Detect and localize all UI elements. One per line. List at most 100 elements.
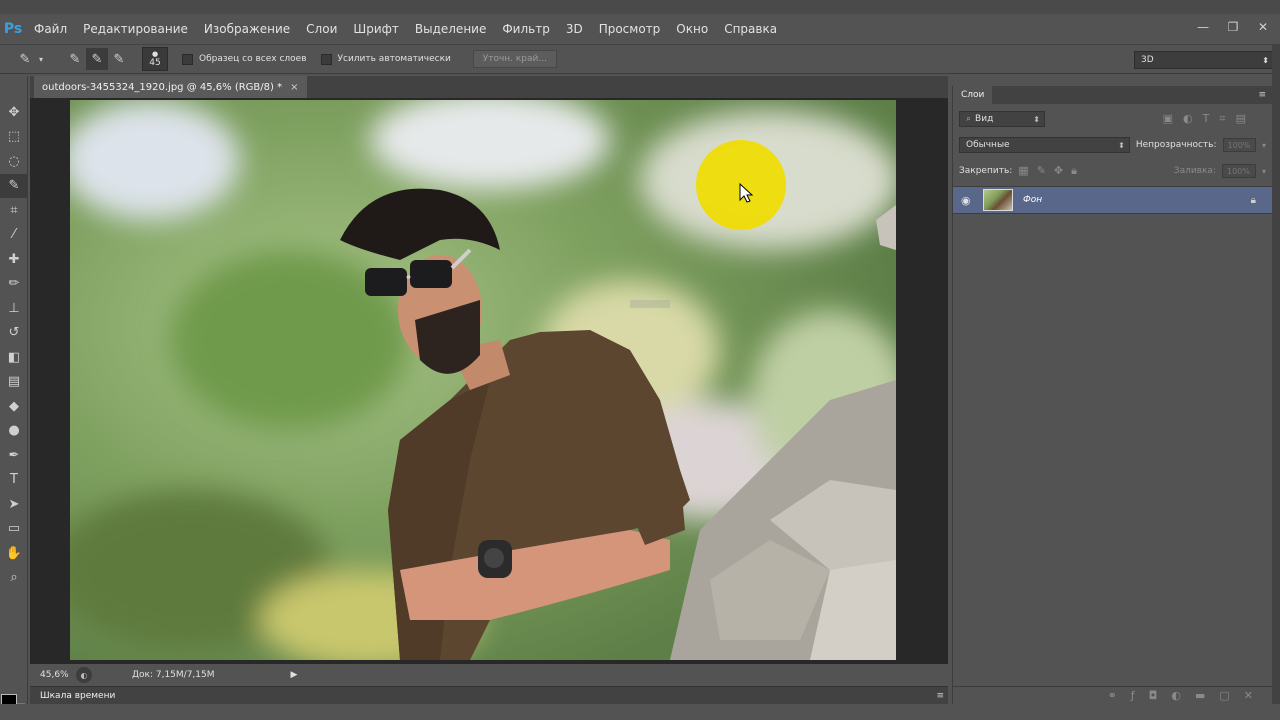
- document-title: outdoors-3455324_1920.jpg @ 45,6% (RGB/8…: [42, 81, 283, 93]
- hand-tool-icon[interactable]: ✋: [0, 541, 28, 566]
- clone-stamp-tool-icon[interactable]: ⊥: [0, 296, 28, 321]
- pen-tool-icon[interactable]: ✒: [0, 443, 28, 468]
- add-to-selection-icon[interactable]: ✎: [86, 48, 108, 70]
- trash-icon[interactable]: ✕: [1244, 689, 1253, 702]
- layer-thumbnail[interactable]: [983, 189, 1013, 211]
- lock-position-icon[interactable]: ✥: [1054, 164, 1063, 178]
- blend-mode-select[interactable]: Обычные ⬍: [959, 137, 1130, 153]
- marquee-tool-icon[interactable]: ⬚: [0, 125, 28, 150]
- layer-row[interactable]: ◉ Фон 🔒︎: [953, 186, 1272, 214]
- refine-edge-button[interactable]: Уточн. край...: [472, 50, 557, 68]
- menu-type[interactable]: Шрифт: [345, 22, 407, 36]
- minimize-button[interactable]: —: [1194, 18, 1212, 36]
- menu-3d[interactable]: 3D: [558, 22, 591, 36]
- chevron-down-icon: ⬍: [1118, 140, 1125, 150]
- move-tool-icon[interactable]: ✥: [0, 100, 28, 125]
- timeline-tab[interactable]: Шкала времени: [40, 691, 115, 701]
- menu-window[interactable]: Окно: [668, 22, 716, 36]
- fx-icon[interactable]: ƒ: [1131, 689, 1135, 702]
- menu-image[interactable]: Изображение: [196, 22, 298, 36]
- restore-button[interactable]: ❐: [1224, 18, 1242, 36]
- panel-scrollbar[interactable]: [1272, 44, 1280, 704]
- menu-help[interactable]: Справка: [716, 22, 785, 36]
- photoshop-window: Ps Файл Редактирование Изображение Слои …: [0, 0, 1280, 720]
- zoom-tool-icon[interactable]: ⌕: [0, 566, 28, 591]
- filter-icons: ▣ ◐ T ⌗ ▤: [1163, 112, 1246, 126]
- menu-filter[interactable]: Фильтр: [494, 22, 557, 36]
- menu-layers[interactable]: Слои: [298, 22, 345, 36]
- link-layers-icon[interactable]: ⚭: [1108, 689, 1117, 702]
- preset-dropdown-icon[interactable]: ▾: [36, 48, 46, 70]
- new-selection-icon[interactable]: ✎: [64, 48, 86, 70]
- auto-enhance-label: Усилить автоматически: [337, 54, 451, 64]
- lock-icon[interactable]: 🔒︎: [1251, 195, 1256, 206]
- blur-tool-icon[interactable]: ◆: [0, 394, 28, 419]
- adjustment-filter-icon[interactable]: ◐: [1183, 112, 1193, 126]
- quick-selection-preset-icon[interactable]: ✎: [14, 48, 36, 70]
- close-button[interactable]: ✕: [1254, 18, 1272, 36]
- workspace-select[interactable]: 3D ⬍: [1134, 51, 1274, 69]
- lasso-tool-icon[interactable]: ◌: [0, 149, 28, 174]
- layer-name[interactable]: Фон: [1023, 195, 1042, 205]
- cursor-arrow-icon: [739, 182, 754, 203]
- auto-enhance-checkbox[interactable]: Усилить автоматически: [320, 53, 451, 65]
- crop-tool-icon[interactable]: ⌗: [0, 198, 28, 223]
- healing-brush-tool-icon[interactable]: ✚: [0, 247, 28, 272]
- add-mask-icon[interactable]: ◘: [1149, 689, 1158, 702]
- new-layer-icon[interactable]: ▢: [1219, 689, 1229, 702]
- eraser-tool-icon[interactable]: ◧: [0, 345, 28, 370]
- brush-tool-icon[interactable]: ✏: [0, 272, 28, 297]
- layers-footer: ⚭ ƒ ◘ ◐ ▬ ▢ ✕: [953, 686, 1273, 704]
- layers-tab[interactable]: Слои: [953, 86, 993, 104]
- status-menu-arrow-icon[interactable]: ▶: [291, 670, 298, 680]
- checkbox-box[interactable]: [182, 53, 193, 65]
- image-filter-icon[interactable]: ▣: [1163, 112, 1173, 126]
- opacity-label: Непрозрачность:: [1135, 140, 1217, 150]
- window-controls: — ❐ ✕: [1194, 18, 1272, 36]
- opacity-input[interactable]: 100%: [1222, 138, 1256, 152]
- panel-menu-icon[interactable]: ≡: [1258, 90, 1266, 100]
- shape-filter-icon[interactable]: ⌗: [1219, 112, 1225, 126]
- subtract-from-selection-icon[interactable]: ✎: [108, 48, 130, 70]
- fill-input[interactable]: 100%: [1221, 164, 1256, 178]
- history-brush-tool-icon[interactable]: ↺: [0, 321, 28, 346]
- layers-tab-bar: Слои ≡: [953, 86, 1272, 104]
- new-group-icon[interactable]: ▬: [1195, 689, 1205, 702]
- eyedropper-tool-icon[interactable]: ⁄: [0, 223, 28, 248]
- lock-pixels-icon[interactable]: ✎: [1037, 164, 1046, 178]
- menu-file[interactable]: Файл: [26, 22, 75, 36]
- tools-panel: ✥ ⬚ ◌ ✎ ⌗ ⁄ ✚ ✏ ⊥ ↺ ◧ ▤ ◆ ● ✒ T ➤ ▭ ✋ ⌕: [0, 76, 28, 719]
- eye-icon[interactable]: ◉: [961, 194, 973, 207]
- brush-size-picker[interactable]: ● 45: [142, 47, 168, 71]
- adjustment-layer-icon[interactable]: ◐: [1171, 689, 1181, 702]
- lock-icons: ▦ ✎ ✥ 🔒︎: [1018, 164, 1077, 178]
- layers-panel: Слои ≡ ⌕ Вид ⬍ ▣ ◐ T ⌗ ▤ Обычные ⬍ Непро…: [952, 86, 1273, 704]
- lock-transparency-icon[interactable]: ▦: [1018, 164, 1028, 178]
- type-filter-icon[interactable]: T: [1203, 112, 1210, 126]
- smart-object-filter-icon[interactable]: ▤: [1236, 112, 1246, 126]
- menu-edit[interactable]: Редактирование: [75, 22, 196, 36]
- menu-view[interactable]: Просмотр: [591, 22, 669, 36]
- rectangle-tool-icon[interactable]: ▭: [0, 517, 28, 542]
- menu-select[interactable]: Выделение: [407, 22, 494, 36]
- checkbox-box[interactable]: [320, 53, 332, 65]
- lock-label: Закрепить:: [959, 166, 1013, 176]
- filter-kind-select[interactable]: ⌕ Вид ⬍: [959, 111, 1045, 127]
- type-tool-icon[interactable]: T: [0, 468, 28, 493]
- gradient-tool-icon[interactable]: ▤: [0, 370, 28, 395]
- zoom-level[interactable]: 45,6%: [30, 670, 76, 680]
- path-selection-tool-icon[interactable]: ➤: [0, 492, 28, 517]
- fill-label: Заливка:: [1173, 166, 1216, 176]
- bottom-strip: [0, 704, 1280, 720]
- close-tab-icon[interactable]: ×: [290, 82, 298, 93]
- sample-all-layers-checkbox[interactable]: Образец со всех слоев: [182, 53, 307, 65]
- status-info-icon[interactable]: ◐: [76, 667, 92, 683]
- dodge-tool-icon[interactable]: ●: [0, 419, 28, 444]
- panel-menu-icon[interactable]: ≡: [936, 691, 944, 701]
- quick-selection-tool-icon[interactable]: ✎: [0, 173, 28, 198]
- chevron-down-icon[interactable]: ▾: [1262, 141, 1266, 150]
- chevron-down-icon[interactable]: ▾: [1262, 167, 1266, 176]
- chevron-down-icon: ⬍: [1262, 55, 1269, 65]
- document-tab[interactable]: outdoors-3455324_1920.jpg @ 45,6% (RGB/8…: [34, 76, 307, 98]
- lock-all-icon[interactable]: 🔒︎: [1071, 164, 1077, 178]
